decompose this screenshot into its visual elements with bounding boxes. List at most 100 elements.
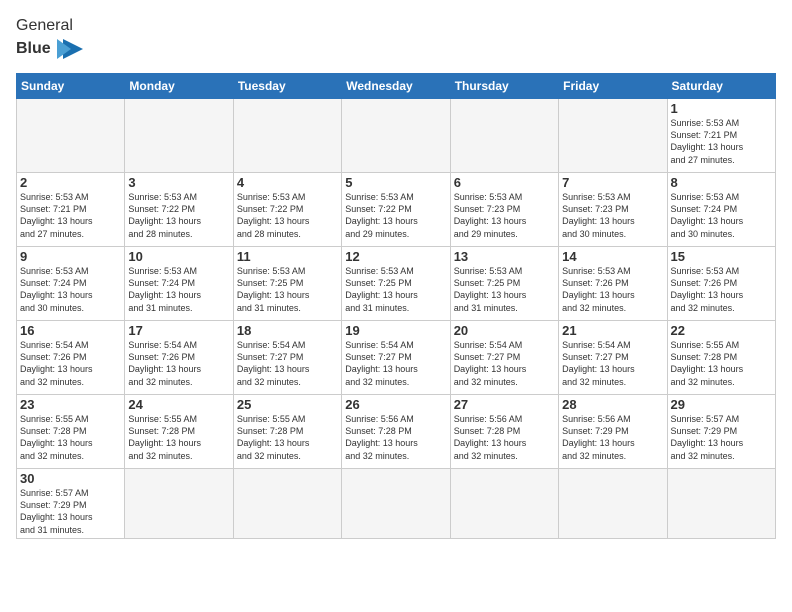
calendar-cell [450,99,558,173]
calendar-cell: 11Sunrise: 5:53 AM Sunset: 7:25 PM Dayli… [233,247,341,321]
day-info: Sunrise: 5:53 AM Sunset: 7:25 PM Dayligh… [237,265,338,314]
day-info: Sunrise: 5:53 AM Sunset: 7:26 PM Dayligh… [562,265,663,314]
day-info: Sunrise: 5:53 AM Sunset: 7:24 PM Dayligh… [128,265,229,314]
day-info: Sunrise: 5:53 AM Sunset: 7:21 PM Dayligh… [20,191,121,240]
calendar-week-3: 9Sunrise: 5:53 AM Sunset: 7:24 PM Daylig… [17,247,776,321]
day-info: Sunrise: 5:54 AM Sunset: 7:27 PM Dayligh… [345,339,446,388]
calendar-cell: 29Sunrise: 5:57 AM Sunset: 7:29 PM Dayli… [667,395,775,469]
day-info: Sunrise: 5:54 AM Sunset: 7:27 PM Dayligh… [562,339,663,388]
calendar-cell: 28Sunrise: 5:56 AM Sunset: 7:29 PM Dayli… [559,395,667,469]
calendar-cell [667,469,775,539]
day-number: 28 [562,397,663,412]
logo-blue-text: Blue [16,40,51,58]
day-info: Sunrise: 5:53 AM Sunset: 7:22 PM Dayligh… [345,191,446,240]
day-number: 13 [454,249,555,264]
weekday-header-saturday: Saturday [667,74,775,99]
day-number: 30 [20,471,121,486]
day-info: Sunrise: 5:56 AM Sunset: 7:28 PM Dayligh… [454,413,555,462]
day-number: 19 [345,323,446,338]
day-info: Sunrise: 5:55 AM Sunset: 7:28 PM Dayligh… [128,413,229,462]
weekday-header-tuesday: Tuesday [233,74,341,99]
day-info: Sunrise: 5:53 AM Sunset: 7:22 PM Dayligh… [237,191,338,240]
calendar-cell: 4Sunrise: 5:53 AM Sunset: 7:22 PM Daylig… [233,173,341,247]
calendar-cell [233,469,341,539]
day-number: 10 [128,249,229,264]
day-number: 15 [671,249,772,264]
calendar-cell: 13Sunrise: 5:53 AM Sunset: 7:25 PM Dayli… [450,247,558,321]
calendar-cell [125,469,233,539]
day-info: Sunrise: 5:57 AM Sunset: 7:29 PM Dayligh… [20,487,121,536]
day-info: Sunrise: 5:56 AM Sunset: 7:29 PM Dayligh… [562,413,663,462]
calendar-cell [342,99,450,173]
calendar-cell [450,469,558,539]
logo-triangle-icon [55,35,87,63]
calendar-cell [233,99,341,173]
day-number: 18 [237,323,338,338]
day-info: Sunrise: 5:53 AM Sunset: 7:25 PM Dayligh… [345,265,446,314]
day-number: 1 [671,101,772,116]
day-number: 16 [20,323,121,338]
calendar-cell [559,469,667,539]
day-number: 23 [20,397,121,412]
calendar-cell: 14Sunrise: 5:53 AM Sunset: 7:26 PM Dayli… [559,247,667,321]
day-number: 21 [562,323,663,338]
day-number: 20 [454,323,555,338]
calendar-cell [17,99,125,173]
day-info: Sunrise: 5:55 AM Sunset: 7:28 PM Dayligh… [671,339,772,388]
calendar-cell [125,99,233,173]
calendar-cell: 3Sunrise: 5:53 AM Sunset: 7:22 PM Daylig… [125,173,233,247]
calendar-week-4: 16Sunrise: 5:54 AM Sunset: 7:26 PM Dayli… [17,321,776,395]
calendar-week-6: 30Sunrise: 5:57 AM Sunset: 7:29 PM Dayli… [17,469,776,539]
calendar-cell: 22Sunrise: 5:55 AM Sunset: 7:28 PM Dayli… [667,321,775,395]
calendar-cell: 21Sunrise: 5:54 AM Sunset: 7:27 PM Dayli… [559,321,667,395]
calendar-week-5: 23 Sunrise: 5:55 AM Sunset: 7:28 PM Dayli… [17,395,776,469]
calendar-cell: 15Sunrise: 5:53 AM Sunset: 7:26 PM Dayli… [667,247,775,321]
logo: General Blue [16,16,87,63]
day-number: 25 [237,397,338,412]
calendar-cell: 24Sunrise: 5:55 AM Sunset: 7:28 PM Dayli… [125,395,233,469]
day-number: 2 [20,175,121,190]
day-info: Sunrise: 5:53 AM Sunset: 7:24 PM Dayligh… [20,265,121,314]
day-info: Sunrise: 5:54 AM Sunset: 7:27 PM Dayligh… [454,339,555,388]
calendar-cell: 9Sunrise: 5:53 AM Sunset: 7:24 PM Daylig… [17,247,125,321]
calendar-cell: 8Sunrise: 5:53 AM Sunset: 7:24 PM Daylig… [667,173,775,247]
day-number: 11 [237,249,338,264]
calendar-week-2: 2Sunrise: 5:53 AM Sunset: 7:21 PM Daylig… [17,173,776,247]
calendar-cell: 12Sunrise: 5:53 AM Sunset: 7:25 PM Dayli… [342,247,450,321]
calendar-cell: 18Sunrise: 5:54 AM Sunset: 7:27 PM Dayli… [233,321,341,395]
day-number: 12 [345,249,446,264]
weekday-header-row: SundayMondayTuesdayWednesdayThursdayFrid… [17,74,776,99]
day-info: Sunrise: 5:53 AM Sunset: 7:21 PM Dayligh… [671,117,772,166]
day-info: Sunrise: 5:53 AM Sunset: 7:22 PM Dayligh… [128,191,229,240]
calendar-cell [342,469,450,539]
calendar-cell: 1Sunrise: 5:53 AM Sunset: 7:21 PM Daylig… [667,99,775,173]
header: General Blue [16,16,776,63]
calendar-cell: 7Sunrise: 5:53 AM Sunset: 7:23 PM Daylig… [559,173,667,247]
day-number: 6 [454,175,555,190]
day-number: 27 [454,397,555,412]
calendar-cell: 26Sunrise: 5:56 AM Sunset: 7:28 PM Dayli… [342,395,450,469]
day-info: Sunrise: 5:54 AM Sunset: 7:27 PM Dayligh… [237,339,338,388]
day-info: Sunrise: 5:53 AM Sunset: 7:24 PM Dayligh… [671,191,772,240]
day-number: 5 [345,175,446,190]
weekday-header-sunday: Sunday [17,74,125,99]
calendar-cell: 20Sunrise: 5:54 AM Sunset: 7:27 PM Dayli… [450,321,558,395]
weekday-header-monday: Monday [125,74,233,99]
day-number: 9 [20,249,121,264]
day-number: 3 [128,175,229,190]
logo-text: General Blue [16,16,87,63]
calendar-cell: 27Sunrise: 5:56 AM Sunset: 7:28 PM Dayli… [450,395,558,469]
day-number: 14 [562,249,663,264]
calendar-cell: 23Sunrise: 5:55 AM Sunset: 7:28 PM Dayli… [17,395,125,469]
calendar-cell [559,99,667,173]
calendar-cell: 10Sunrise: 5:53 AM Sunset: 7:24 PM Dayli… [125,247,233,321]
calendar-cell: 16Sunrise: 5:54 AM Sunset: 7:26 PM Dayli… [17,321,125,395]
day-number: 7 [562,175,663,190]
calendar-cell: 6Sunrise: 5:53 AM Sunset: 7:23 PM Daylig… [450,173,558,247]
weekday-header-thursday: Thursday [450,74,558,99]
day-info: Sunrise: 5:55 AM Sunset: 7:28 PM Dayligh… [237,413,338,462]
calendar-cell: 17Sunrise: 5:54 AM Sunset: 7:26 PM Dayli… [125,321,233,395]
day-info: Sunrise: 5:54 AM Sunset: 7:26 PM Dayligh… [20,339,121,388]
day-info: Sunrise: 5:54 AM Sunset: 7:26 PM Dayligh… [128,339,229,388]
calendar-cell: 2Sunrise: 5:53 AM Sunset: 7:21 PM Daylig… [17,173,125,247]
